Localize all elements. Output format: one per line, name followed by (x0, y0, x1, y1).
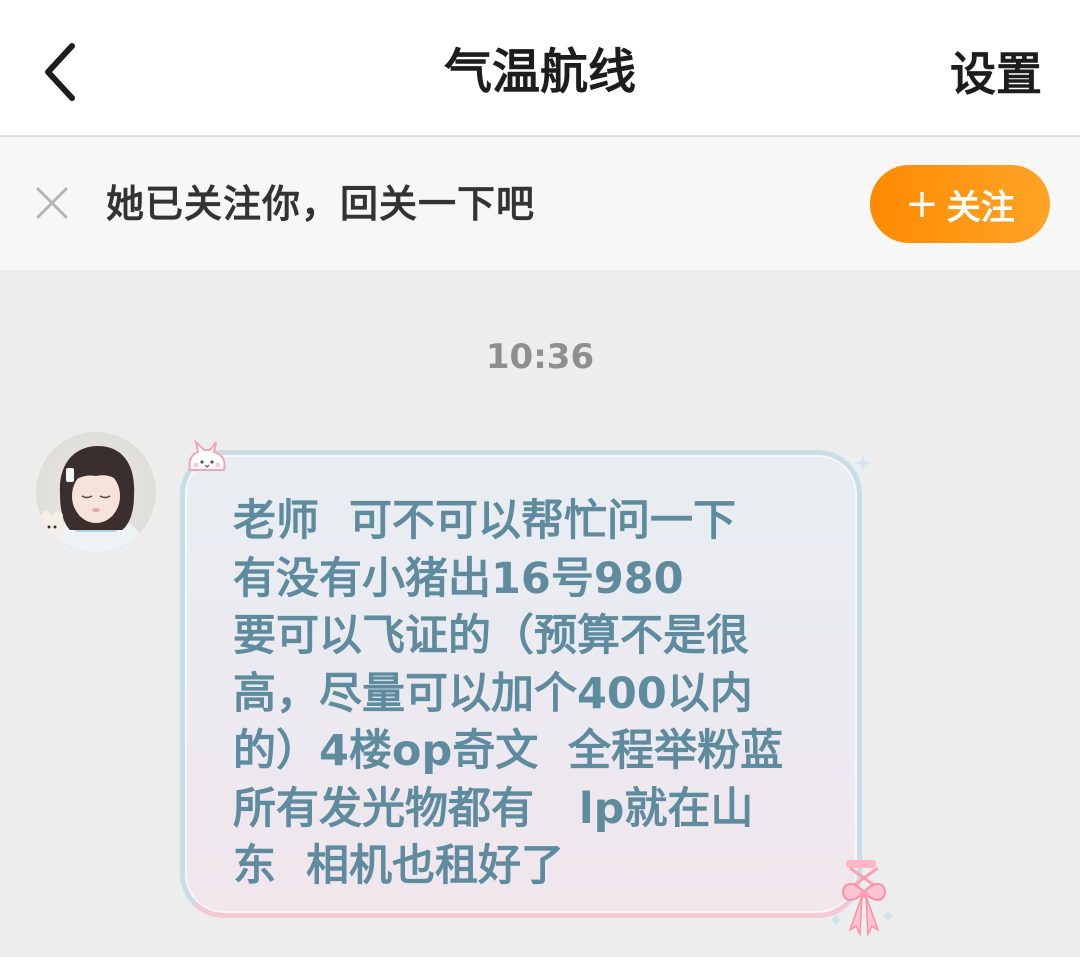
close-banner-button[interactable] (30, 181, 74, 225)
avatar-image (36, 432, 156, 552)
settings-button[interactable]: 设置 (950, 42, 1042, 106)
plus-icon: + (905, 181, 939, 227)
message-text: 老师 可不可以帮忙问一下 有没有小猪出16号980 要可以飞证的（预算不是很 高… (233, 496, 784, 891)
sender-avatar[interactable] (36, 432, 156, 552)
bunny-sticker-icon (188, 440, 226, 471)
message-timestamp: 10:36 (485, 337, 595, 377)
top-nav-bar: 气温航线 设置 (0, 0, 1080, 137)
close-icon (36, 187, 68, 219)
sparkle-icon (854, 454, 872, 472)
follow-button-label: 关注 (946, 187, 1015, 228)
message-bubble[interactable]: 老师 可不可以帮忙问一下 有没有小猪出16号980 要可以飞证的（预算不是很 高… (180, 450, 862, 918)
follow-back-banner: 她已关注你，回关一下吧 + 关注 (0, 137, 1080, 270)
ribbon-bow-icon (832, 860, 894, 937)
chat-title: 气温航线 (443, 44, 636, 100)
follow-button[interactable]: + 关注 (870, 165, 1050, 243)
follow-back-message: 她已关注你，回关一下吧 (106, 182, 536, 226)
